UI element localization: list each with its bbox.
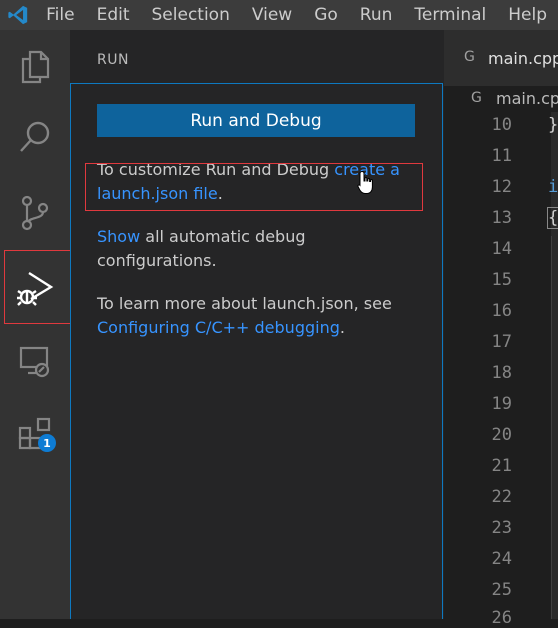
breadcrumb-label[interactable]: main.cpp	[496, 89, 558, 108]
tab-label: main.cpp	[488, 49, 558, 68]
learn-paragraph: To learn more about launch.json, see Con…	[97, 292, 422, 340]
line-number: 22	[491, 487, 512, 507]
show-link[interactable]: Show	[97, 227, 140, 246]
editor-tabs: G main.cpp	[444, 30, 558, 86]
line-number: 10	[491, 115, 512, 135]
extensions-icon[interactable]	[0, 404, 70, 466]
search-icon[interactable]	[0, 106, 70, 168]
vscode-logo-icon	[0, 0, 35, 30]
indent-guide	[551, 236, 552, 619]
menu-selection[interactable]: Selection	[141, 0, 241, 30]
learn-end: .	[339, 318, 345, 337]
line-number: 20	[491, 425, 512, 445]
configuring-debugging-link[interactable]: Configuring C/C++ debugging	[97, 318, 340, 337]
menu-go[interactable]: Go	[303, 0, 349, 30]
activity-bar: 1	[0, 30, 70, 619]
line-number: 21	[491, 456, 512, 476]
cpp-file-icon: G	[471, 90, 482, 106]
extensions-badge: 1	[38, 434, 56, 452]
sidebar-title: RUN	[97, 52, 129, 68]
line-number: 18	[491, 363, 512, 383]
line-number: 16	[491, 301, 512, 321]
breadcrumb: G main.cpp	[444, 86, 558, 112]
title-bar: File Edit Selection View Go Run Terminal…	[0, 0, 558, 30]
remote-explorer-icon[interactable]	[0, 330, 70, 392]
menu-run[interactable]: Run	[349, 0, 404, 30]
line-number: 26	[491, 608, 512, 628]
line-number: 14	[491, 239, 512, 259]
line-number: 17	[491, 332, 512, 352]
code-line-10[interactable]: }	[548, 115, 558, 135]
line-number: 15	[491, 270, 512, 290]
run-and-debug-button[interactable]: Run and Debug	[97, 104, 415, 137]
tab-main-cpp[interactable]: G main.cpp	[444, 30, 558, 86]
menu-view[interactable]: View	[241, 0, 303, 30]
line-number: 19	[491, 394, 512, 414]
menu-edit[interactable]: Edit	[86, 0, 141, 30]
menu-terminal[interactable]: Terminal	[403, 0, 497, 30]
line-number: 24	[491, 549, 512, 569]
explorer-icon[interactable]	[0, 36, 70, 98]
menu-help[interactable]: Help	[497, 0, 558, 30]
hand-cursor-icon	[357, 170, 377, 200]
learn-text: To learn more about launch.json, see	[97, 294, 397, 313]
code-line-13[interactable]: {	[546, 207, 558, 229]
source-control-icon[interactable]	[0, 182, 70, 244]
line-number: 25	[491, 580, 512, 600]
line-number: 13	[491, 208, 512, 228]
run-icon-highlight-box	[4, 250, 78, 324]
line-number: 11	[491, 146, 512, 166]
line-number: 12	[491, 177, 512, 197]
menu-file[interactable]: File	[35, 0, 85, 30]
line-number: 23	[491, 518, 512, 538]
show-paragraph: Show all automatic debug configurations.	[97, 225, 397, 273]
code-line-12[interactable]: i	[548, 177, 558, 197]
cpp-file-icon: G	[464, 49, 475, 65]
